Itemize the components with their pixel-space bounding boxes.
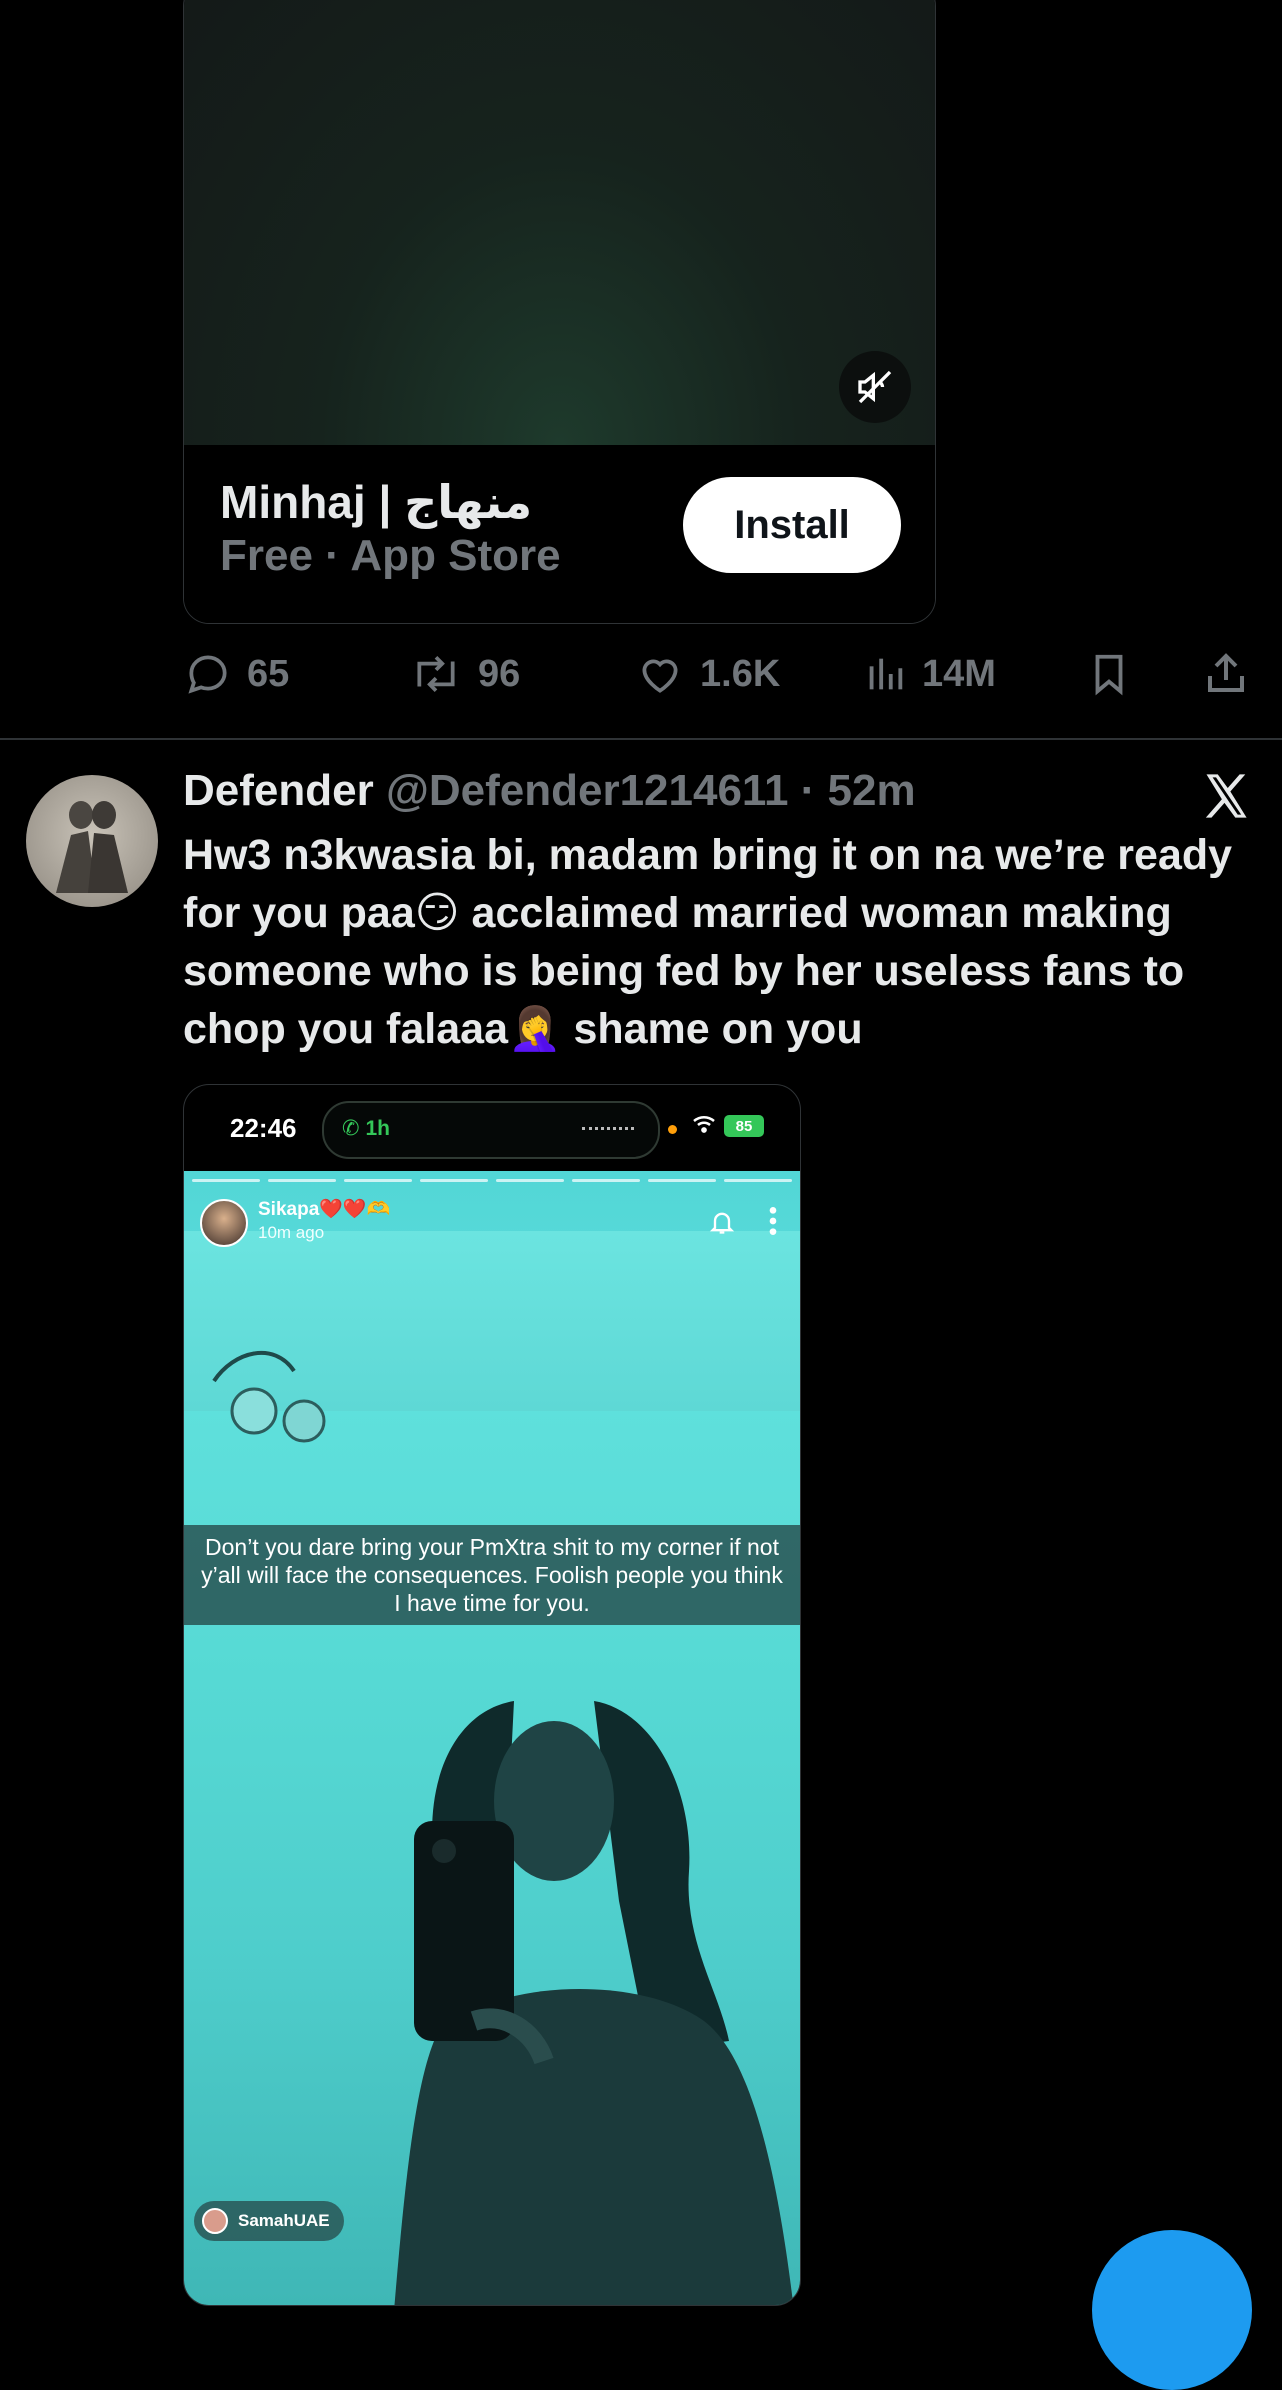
story-username: Sikapa❤️❤️🫶 — [258, 1199, 391, 1220]
bookmark-icon — [1095, 654, 1123, 696]
story-timestamp: 10m ago — [258, 1223, 325, 1242]
bell-icon — [709, 1212, 735, 1234]
share-icon — [1208, 653, 1244, 692]
ad-video[interactable] — [184, 0, 935, 445]
like-action[interactable]: 1.6K — [634, 644, 780, 704]
tweet-divider — [0, 738, 1282, 740]
mention-username: SamahUAE — [238, 2211, 330, 2230]
more-vertical-icon — [769, 1207, 777, 1235]
call-indicator: ✆ 1h — [342, 1116, 390, 1141]
reply-icon — [188, 655, 227, 694]
handle-and-time[interactable]: @Defender1214611 · 52m — [386, 766, 916, 815]
avatar-image — [56, 801, 128, 893]
waveform-icon — [582, 1127, 634, 1133]
mention-avatar — [202, 2208, 228, 2234]
battery-indicator: 85 — [724, 1115, 764, 1137]
analytics-icon — [869, 658, 903, 690]
avatar[interactable] — [26, 775, 158, 907]
app-meta: Free · App Store — [220, 531, 561, 580]
lamp-decor — [212, 1351, 326, 1443]
tweet-image[interactable]: 22:46 ✆ 1h 85 Sikapa❤️❤️🫶 10m ago Don’t … — [183, 1084, 801, 2306]
x-logo-icon — [1200, 770, 1252, 822]
phone-icon: ✆ — [342, 1117, 360, 1140]
story-caption: Don’t you dare bring your PmXtra shit to… — [184, 1525, 800, 1625]
speaker-muted-icon — [858, 370, 892, 404]
battery-level: 85 — [735, 1117, 753, 1135]
view-count: 14M — [922, 652, 996, 695]
story-avatar — [200, 1199, 248, 1247]
reply-count: 65 — [247, 652, 290, 695]
app-name: Minhaj | منهاج — [220, 476, 533, 528]
selfie-figure — [394, 1701, 794, 2305]
views-action[interactable]: 14M — [862, 644, 996, 704]
privacy-dot — [668, 1125, 677, 1134]
ad-footer: Minhaj | منهاج Free · App Store Install — [184, 445, 935, 623]
dynamic-island: ✆ 1h — [322, 1101, 660, 1159]
repost-count: 96 — [478, 652, 521, 695]
repost-action[interactable]: 96 — [408, 644, 520, 704]
mute-button[interactable] — [839, 351, 911, 423]
repost-icon — [417, 656, 455, 692]
compose-button[interactable] — [1092, 2230, 1252, 2390]
story-view: Sikapa❤️❤️🫶 10m ago Don’t you dare bring… — [184, 1171, 800, 2305]
install-button[interactable]: Install — [683, 477, 901, 573]
bookmark-action[interactable] — [1086, 644, 1146, 704]
call-duration: 1h — [365, 1117, 390, 1140]
display-name[interactable]: Defender — [183, 766, 374, 815]
story-progress-bars — [192, 1179, 792, 1182]
status-bar-time: 22:46 — [230, 1113, 297, 1143]
like-count: 1.6K — [700, 652, 781, 695]
promoted-app-card[interactable]: Minhaj | منهاج Free · App Store Install — [183, 0, 936, 624]
share-action[interactable] — [1202, 644, 1264, 704]
heart-icon — [642, 659, 678, 693]
mention-tag: SamahUAE — [194, 2201, 344, 2241]
tweet-text: Hw3 n3kwasia bi, madam bring it on na we… — [183, 831, 1233, 1053]
tweet-header: Defender @Defender1214611 · 52m — [183, 766, 916, 816]
reply-action[interactable]: 65 — [183, 644, 289, 704]
wifi-icon — [693, 1116, 715, 1133]
